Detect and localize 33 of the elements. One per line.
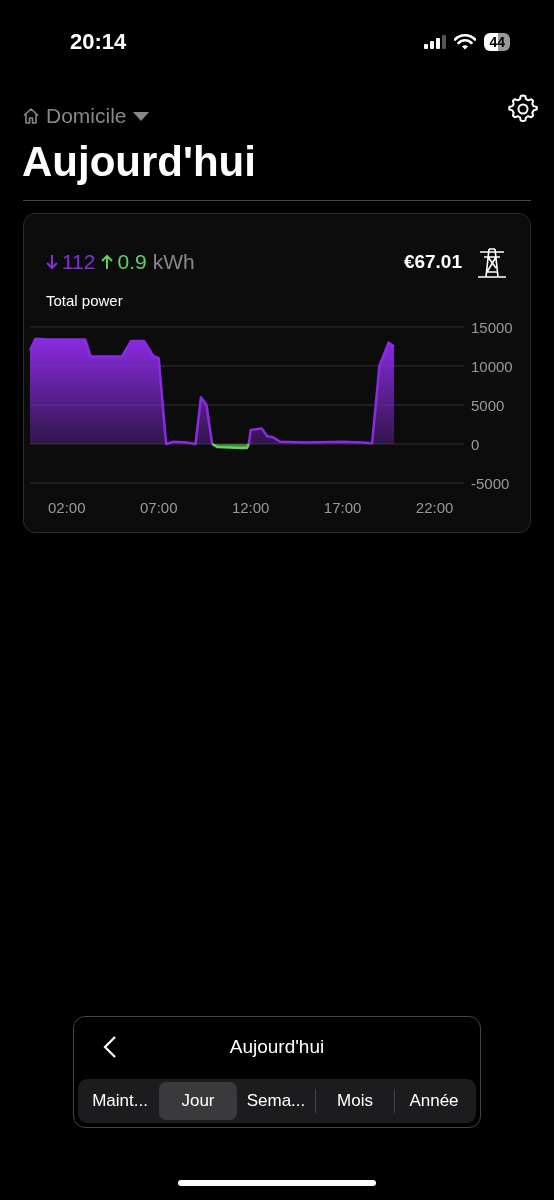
y-axis-label: 0 bbox=[471, 436, 480, 453]
period-title: Aujourd'hui bbox=[229, 1036, 325, 1058]
import-value: 112 bbox=[62, 250, 96, 274]
x-axis-label: 22:00 bbox=[415, 499, 454, 516]
x-axis-label: 17:00 bbox=[323, 499, 362, 516]
period-tab[interactable]: Mois bbox=[316, 1082, 394, 1120]
cost-value: €67.01 bbox=[403, 251, 462, 273]
x-axis-label: 07:00 bbox=[139, 499, 178, 516]
y-axis-label: 10000 bbox=[471, 358, 513, 375]
home-icon bbox=[22, 107, 40, 125]
wifi-icon bbox=[454, 34, 477, 50]
chart-title: Total power bbox=[45, 291, 124, 309]
export-value: 0.9 bbox=[117, 250, 147, 274]
signal-icon bbox=[424, 35, 447, 49]
period-tab[interactable]: Jour bbox=[159, 1082, 237, 1120]
page-title: Aujourd'hui bbox=[22, 138, 257, 186]
period-tab[interactable]: Année bbox=[395, 1082, 473, 1120]
y-axis-label: 5000 bbox=[471, 397, 505, 414]
up-arrow-icon bbox=[101, 254, 114, 270]
status-time: 20:14 bbox=[70, 29, 127, 55]
y-axis-label: 15000 bbox=[471, 319, 513, 336]
x-axis-label: 02:00 bbox=[48, 499, 86, 516]
period-tab[interactable]: Sema... bbox=[237, 1082, 315, 1120]
y-axis-label: -5000 bbox=[471, 475, 510, 492]
energy-unit: kWh bbox=[152, 250, 195, 274]
location-dropdown[interactable]: Domicile bbox=[22, 104, 149, 128]
down-arrow-icon bbox=[46, 254, 58, 270]
battery-icon: 44 bbox=[484, 33, 510, 51]
pylon-icon bbox=[476, 246, 508, 278]
period-tab[interactable]: Maint... bbox=[81, 1082, 159, 1120]
back-icon[interactable] bbox=[103, 1035, 117, 1059]
caret-icon bbox=[132, 111, 149, 121]
x-axis-label: 12:00 bbox=[231, 499, 270, 516]
